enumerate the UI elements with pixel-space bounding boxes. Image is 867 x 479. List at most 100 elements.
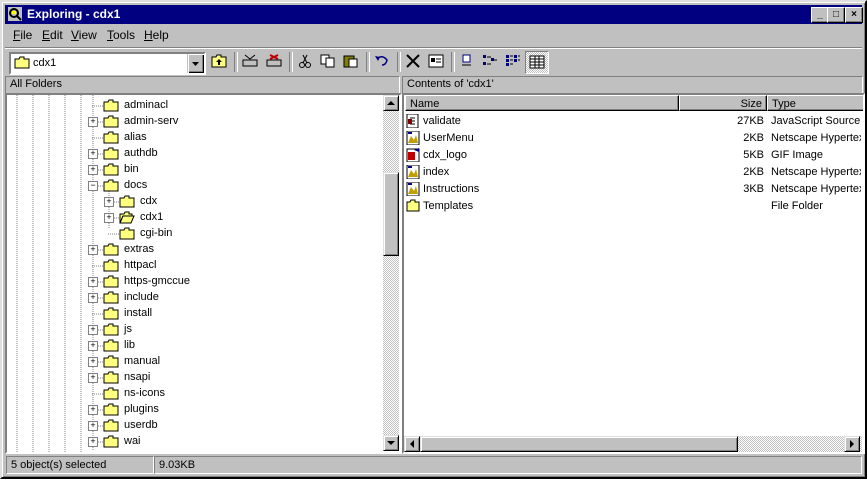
tree-expander[interactable]: +: [88, 357, 98, 367]
tree-item-label: lib: [124, 339, 136, 351]
tree-item[interactable]: cdx: [7, 194, 377, 210]
menu-view[interactable]: View: [71, 28, 97, 42]
tree-item[interactable]: docs: [7, 178, 377, 194]
properties-button[interactable]: [425, 51, 447, 72]
address-combo[interactable]: cdx1: [9, 52, 206, 75]
tree-item[interactable]: wai: [7, 434, 377, 450]
tree-item[interactable]: js: [7, 322, 377, 338]
scroll-down-button[interactable]: [383, 435, 399, 451]
tree-item[interactable]: ns-icons: [7, 386, 377, 402]
tree-expander[interactable]: +: [88, 277, 98, 287]
undo-button[interactable]: [371, 51, 393, 72]
tree-item[interactable]: alias: [7, 130, 377, 146]
tree-item[interactable]: admin-serv: [7, 114, 377, 130]
tree-item[interactable]: cdx1: [7, 210, 377, 226]
file-row[interactable]: Instructions 3KB Netscape Hypertext: [404, 181, 861, 198]
tree-expander[interactable]: +: [104, 213, 114, 223]
tree-item[interactable]: userdb: [7, 418, 377, 434]
tree-expander[interactable]: +: [88, 149, 98, 159]
tree-expander[interactable]: +: [88, 405, 98, 415]
menu-tools[interactable]: Tools: [107, 28, 135, 42]
files-horizontal-scrollbar[interactable]: [404, 436, 862, 452]
disconnect-drive-icon: [266, 54, 282, 67]
tree-item[interactable]: nsapi: [7, 370, 377, 386]
folder-icon: [103, 355, 119, 368]
small-icons-button[interactable]: [479, 51, 501, 72]
folder-icon: [103, 115, 119, 128]
delete-button[interactable]: [402, 51, 424, 72]
list-button[interactable]: [502, 51, 524, 72]
tree-item[interactable]: authdb: [7, 146, 377, 162]
folder-icon: [103, 179, 119, 192]
tree-expander[interactable]: +: [88, 437, 98, 447]
files-scroll-thumb[interactable]: [420, 436, 738, 452]
tree-expander[interactable]: +: [88, 245, 98, 255]
tree-expander[interactable]: +: [88, 421, 98, 431]
menu-help[interactable]: Help: [144, 28, 169, 42]
map-drive-button[interactable]: [239, 51, 261, 72]
copy-button[interactable]: [317, 51, 339, 72]
toolbar-separator: [366, 52, 370, 72]
tree-item-label: js: [124, 323, 132, 335]
menu-edit-rest: dit: [50, 28, 63, 42]
details-icon: [529, 55, 545, 69]
file-row[interactable]: cdx_logo 5KB GIF Image: [404, 147, 861, 164]
tree-item[interactable]: manual: [7, 354, 377, 370]
tree-expander[interactable]: +: [88, 325, 98, 335]
close-button[interactable]: ×: [845, 7, 863, 23]
explorer-app-icon: [8, 7, 22, 21]
tree-vertical-scrollbar[interactable]: [383, 95, 399, 451]
tree-expander[interactable]: +: [88, 293, 98, 303]
folder-icon: [103, 387, 119, 400]
window-title: Exploring - cdx1: [27, 7, 121, 21]
file-row[interactable]: index 2KB Netscape Hypertext: [404, 164, 861, 181]
disconnect-drive-button[interactable]: [263, 51, 285, 72]
tree-item[interactable]: include: [7, 290, 377, 306]
maximize-button[interactable]: □: [827, 7, 845, 23]
file-size: 3KB: [743, 183, 764, 195]
folder-icon: [406, 199, 420, 213]
tree-expander[interactable]: +: [88, 373, 98, 383]
tree-item[interactable]: bin: [7, 162, 377, 178]
large-icons-button[interactable]: [456, 51, 478, 72]
tree-item-label: ns-icons: [124, 387, 165, 399]
folder-open-icon: [119, 211, 135, 224]
tree-item[interactable]: https-gmccue: [7, 274, 377, 290]
tree-expander[interactable]: +: [88, 165, 98, 175]
tree-item[interactable]: plugins: [7, 402, 377, 418]
tree-expander[interactable]: +: [104, 197, 114, 207]
tree-expander[interactable]: +: [88, 341, 98, 351]
tree-expander[interactable]: +: [88, 117, 98, 127]
tree-item[interactable]: lib: [7, 338, 377, 354]
scroll-up-button[interactable]: [383, 95, 399, 111]
folder-tree[interactable]: adminacl admin-serv + alias authdb + bin…: [5, 93, 402, 454]
tree-item[interactable]: httpacl: [7, 258, 377, 274]
tree-item-label: cdx1: [140, 211, 164, 223]
scroll-left-button[interactable]: [404, 436, 420, 452]
tree-item[interactable]: adminacl: [7, 98, 377, 114]
cut-button[interactable]: [294, 51, 316, 72]
title-bar[interactable]: Exploring - cdx1 _ □ ×: [5, 5, 863, 24]
paste-button[interactable]: [340, 51, 362, 72]
file-list[interactable]: Name Size Type validate 27KB JavaScript …: [402, 93, 865, 454]
file-row[interactable]: Templates File Folder: [404, 198, 861, 215]
folder-icon: [119, 195, 135, 208]
tree-item[interactable]: install: [7, 306, 377, 322]
up-one-level-button[interactable]: [208, 51, 230, 72]
details-button[interactable]: [525, 51, 549, 74]
file-name: validate: [423, 115, 461, 127]
menu-file[interactable]: File: [13, 28, 32, 42]
menu-edit[interactable]: Edit: [42, 28, 63, 42]
tree-expander[interactable]: −: [88, 181, 98, 191]
tree-scroll-thumb[interactable]: [383, 172, 399, 256]
file-row[interactable]: UserMenu 2KB Netscape Hypertext: [404, 130, 861, 147]
properties-icon: [428, 54, 444, 68]
tree-item[interactable]: extras: [7, 242, 377, 258]
scroll-right-button[interactable]: [844, 436, 860, 452]
tree-item[interactable]: cgi-bin: [7, 226, 377, 242]
file-size: 5KB: [743, 149, 764, 161]
folder-icon: [103, 307, 119, 320]
file-row[interactable]: validate 27KB JavaScript Source: [404, 113, 861, 130]
address-dropdown-button[interactable]: [187, 54, 204, 73]
menu-view-key: V: [71, 28, 79, 42]
